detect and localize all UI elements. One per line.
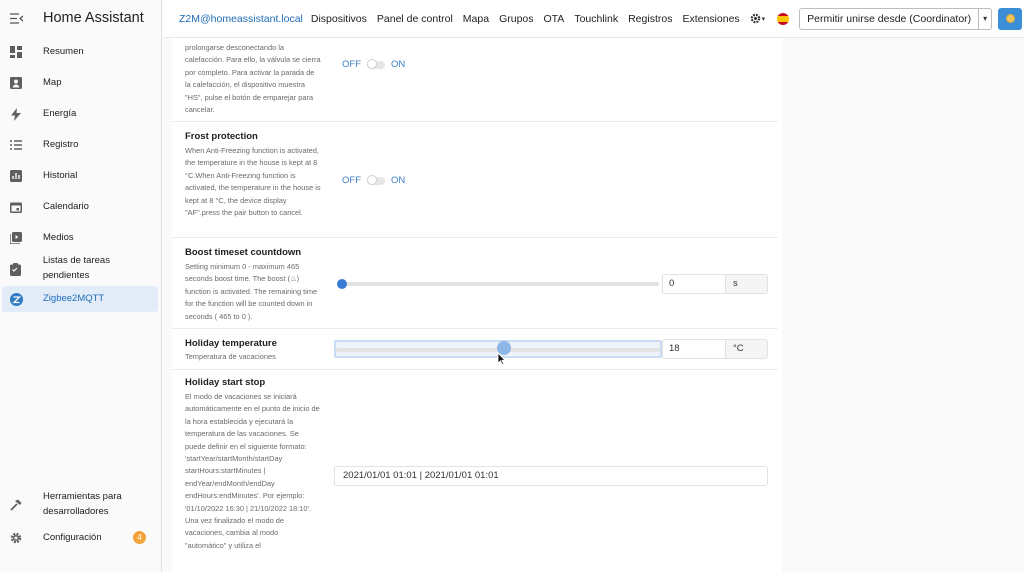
sidebar-item-label: Zigbee2MQTT (43, 292, 105, 304)
sidebar-item-herramientas[interactable]: Herramientas para desarrolladores (2, 489, 158, 521)
toggle-switch[interactable] (367, 175, 385, 185)
status-dot-icon (1005, 14, 1015, 23)
toggle-knob (367, 175, 377, 185)
nav-touchlink[interactable]: Touchlink (574, 13, 618, 25)
cog-icon (9, 531, 23, 545)
boost-time-input[interactable]: 0 (662, 274, 726, 294)
holiday-start-stop-input[interactable]: 2021/01/01 01:01 | 2021/01/01 01:01 (334, 466, 768, 486)
setting-row-frost-protection: Frost protection When Anti-Freezing func… (172, 123, 778, 238)
clipboard-icon (9, 262, 23, 276)
toggle-knob (367, 59, 377, 69)
gear-icon (750, 13, 760, 24)
sidebar-item-label: Historial (43, 169, 78, 181)
nav-panel-de-control[interactable]: Panel de control (377, 13, 453, 25)
sidebar-item-label: Configuración (43, 531, 102, 543)
permit-join-toggle-button[interactable] (998, 7, 1023, 30)
slider-thumb[interactable] (337, 279, 347, 289)
list-icon (9, 138, 23, 152)
sidebar-item-resumen[interactable]: Resumen (2, 39, 158, 65)
nav-ota[interactable]: OTA (544, 13, 565, 25)
nav-dispositivos[interactable]: Dispositivos (311, 13, 367, 25)
setting-description: Temperatura de vacaciones (185, 352, 276, 361)
permit-join-dropdown[interactable]: ▾ (979, 9, 991, 29)
setting-description: prolongarse desconectando la calefacción… (185, 43, 321, 115)
language-flag-icon[interactable] (777, 12, 790, 25)
frost-protection-toggle: OFF ON (342, 175, 405, 186)
unit-label: °C (726, 339, 768, 359)
sidebar-item-label: Medios (43, 231, 74, 243)
nav-extensiones[interactable]: Extensiones (682, 13, 739, 25)
instance-link[interactable]: Z2M@homeassistant.local (179, 13, 303, 25)
nav-grupos[interactable]: Grupos (499, 13, 533, 25)
chevron-down-icon: ▾ (983, 14, 988, 23)
setting-name: Holiday start stop (185, 377, 266, 388)
menu-collapse-icon[interactable] (8, 10, 24, 26)
sidebar-item-label: Listas de tareas pendientes (42, 255, 110, 281)
sidebar-item-label: Calendario (43, 200, 89, 212)
setting-name: Boost timeset countdown (185, 247, 302, 258)
toggle-off-label[interactable]: OFF (342, 175, 361, 186)
dashboard-icon (9, 45, 23, 59)
sidebar: Home Assistant Resumen Map Energía Regis… (0, 0, 162, 572)
notification-badge: 4 (133, 531, 146, 544)
sidebar-item-medios[interactable]: Medios (2, 225, 158, 251)
setting-name: Holiday temperature (185, 338, 277, 349)
sidebar-item-label: Herramientas para desarrolladores (43, 491, 122, 517)
sidebar-title: Home Assistant (43, 10, 144, 26)
sidebar-header: Home Assistant (0, 0, 161, 36)
boost-time-slider[interactable] (337, 276, 659, 292)
sidebar-item-label: Resumen (43, 45, 84, 57)
setting-row-boost-timeset: Boost timeset countdown Setting minimum … (172, 239, 778, 329)
calendar-icon (9, 200, 23, 214)
sidebar-item-energia[interactable]: Energía (2, 101, 158, 127)
setting-description: When Anti-Freezing function is activated… (185, 146, 321, 218)
nav-registros[interactable]: Registros (628, 13, 672, 25)
setting-name: Frost protection (185, 131, 258, 142)
heating-stop-toggle: OFF ON (342, 59, 405, 70)
mouse-pointer-icon (497, 352, 506, 366)
setting-description: El modo de vacaciones se iniciará automá… (185, 392, 320, 550)
sidebar-item-zigbee2mqtt[interactable]: Zigbee2MQTT (2, 286, 158, 312)
settings-dropdown[interactable]: ▾ (750, 13, 766, 24)
top-navbar: Z2M@homeassistant.local Dispositivos Pan… (163, 0, 1024, 38)
chevron-down-icon: ▾ (761, 15, 766, 23)
setting-row-holiday-temperature: Holiday temperature Temperatura de vacac… (172, 330, 778, 370)
permit-join-button[interactable]: Permitir unirse desde (Coordinator) (800, 8, 980, 29)
media-icon (9, 231, 23, 245)
toggle-off-label[interactable]: OFF (342, 59, 361, 70)
unit-label: s (726, 274, 768, 294)
slider-track (337, 282, 659, 286)
setting-row-heating-stop: prolongarse desconectando la calefacción… (172, 38, 778, 122)
permit-join-control: Permitir unirse desde (Coordinator) ▾ (799, 7, 993, 30)
sidebar-item-label: Energía (43, 107, 77, 119)
toggle-switch[interactable] (367, 59, 385, 69)
sidebar-item-calendario[interactable]: Calendario (2, 194, 158, 220)
toggle-on-label[interactable]: ON (391, 175, 405, 186)
toggle-on-label[interactable]: ON (391, 59, 405, 70)
app-root: Home Assistant Resumen Map Energía Regis… (0, 0, 1024, 572)
holiday-temperature-input[interactable]: 18 (662, 339, 726, 359)
setting-description: Setting minimum 0 - maximum 465 seconds … (185, 262, 318, 321)
sidebar-item-label: Map (43, 76, 62, 88)
hammer-icon (9, 498, 23, 512)
sidebar-item-registro[interactable]: Registro (2, 132, 158, 158)
device-settings-panel: prolongarse desconectando la calefacción… (172, 38, 782, 572)
sidebar-item-configuracion[interactable]: Configuración 4 (2, 525, 158, 551)
lightning-icon (9, 107, 23, 121)
setting-row-holiday-start-stop: Holiday start stop El modo de vacaciones… (172, 371, 778, 572)
nav-mapa[interactable]: Mapa (463, 13, 489, 25)
chart-icon (9, 169, 23, 183)
zigbee-icon (9, 292, 23, 306)
sidebar-item-map[interactable]: Map (2, 70, 158, 96)
sidebar-item-historial[interactable]: Historial (2, 163, 158, 189)
sidebar-item-label: Registro (43, 138, 79, 150)
sidebar-item-listas[interactable]: Listas de tareas pendientes (2, 255, 158, 282)
map-icon (9, 76, 23, 90)
